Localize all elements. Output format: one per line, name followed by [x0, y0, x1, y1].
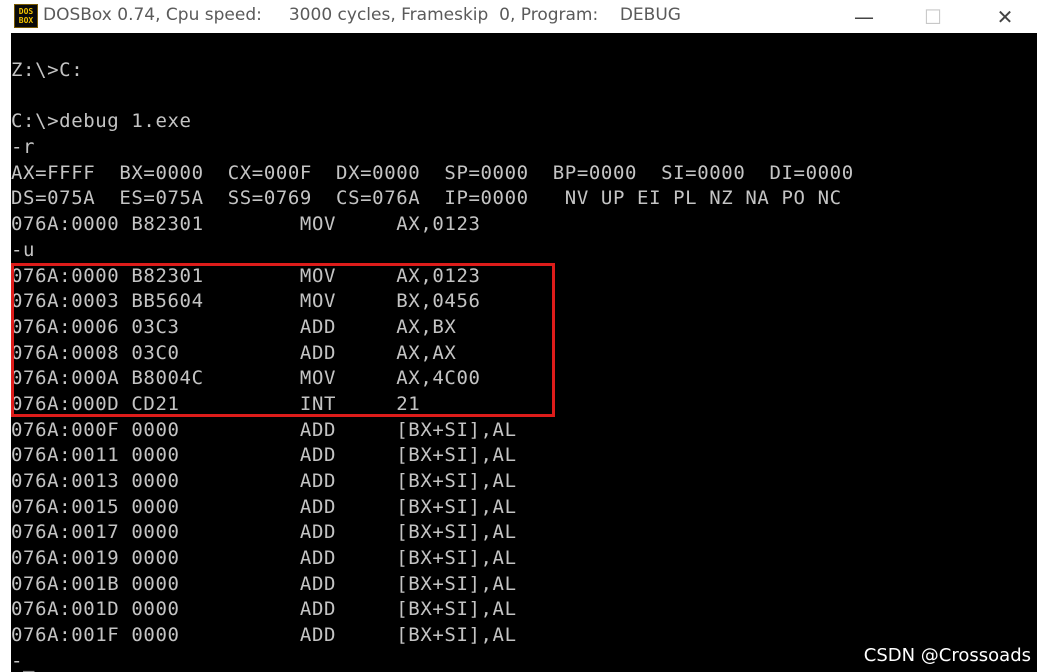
dos-console[interactable]: Z:\>C: C:\>debug 1.exe -r AX=FFFF BX=000… [11, 33, 1037, 672]
window-title: DOSBox 0.74, Cpu speed: 3000 cycles, Fra… [43, 5, 681, 25]
console-line: 076A:0013 0000 ADD [BX+SI],AL [11, 470, 517, 492]
console-line: 076A:000D CD21 INT 21 [11, 392, 421, 415]
watermark: CSDN @Crossoads [863, 645, 1031, 666]
console-line: 076A:000A B8004C MOV AX,4C00 [11, 367, 481, 390]
console-line: DS=075A ES=075A SS=0769 CS=076A IP=0000 … [11, 187, 842, 210]
close-icon: ✕ [996, 4, 1014, 29]
app-icon-label-top: DOS [18, 7, 34, 16]
console-line: 076A:0003 BB5604 MOV BX,0456 [11, 290, 481, 313]
console-line: 076A:0006 03C3 ADD AX,BX [11, 315, 457, 338]
console-line: 076A:0011 0000 ADD [BX+SI],AL [11, 444, 517, 467]
maximize-button[interactable]: ☐ [910, 0, 956, 33]
console-line: 076A:001B 0000 ADD [BX+SI],AL [11, 572, 517, 595]
console-line: 076A:0000 B82301 MOV AX,0123 [11, 264, 481, 287]
minimize-icon: — [854, 4, 874, 29]
console-line: 076A:0019 0000 ADD [BX+SI],AL [11, 547, 517, 570]
app-icon-label-bottom: BOX [18, 16, 34, 25]
console-line: -_ [11, 649, 36, 672]
console-line: 076A:0008 03C0 ADD AX,AX [11, 341, 457, 364]
window-left-edge [0, 33, 11, 672]
close-button[interactable]: ✕ [982, 0, 1028, 33]
console-line: -u [11, 238, 36, 261]
console-line: Z:\>C: [11, 59, 84, 81]
maximize-icon: ☐ [924, 4, 942, 29]
console-line: -r [11, 136, 36, 159]
console-line: 076A:0000 B82301 MOV AX,0123 [11, 213, 481, 236]
console-line: 076A:001D 0000 ADD [BX+SI],AL [11, 598, 517, 621]
dosbox-app-icon[interactable]: DOS BOX [14, 4, 38, 28]
console-line: 076A:001F 0000 ADD [BX+SI],AL [11, 624, 517, 647]
console-line: C:\>debug 1.exe [11, 110, 192, 133]
console-line: 076A:000F 0000 ADD [BX+SI],AL [11, 418, 517, 441]
console-output: Z:\>C: C:\>debug 1.exe -r AX=FFFF BX=000… [11, 58, 854, 672]
title-bar[interactable]: DOS BOX DOSBox 0.74, Cpu speed: 3000 cyc… [0, 0, 1037, 33]
console-line: AX=FFFF BX=0000 CX=000F DX=0000 SP=0000 … [11, 161, 854, 184]
console-line: 076A:0015 0000 ADD [BX+SI],AL [11, 495, 517, 518]
minimize-button[interactable]: — [841, 0, 887, 33]
console-line: 076A:0017 0000 ADD [BX+SI],AL [11, 521, 517, 544]
